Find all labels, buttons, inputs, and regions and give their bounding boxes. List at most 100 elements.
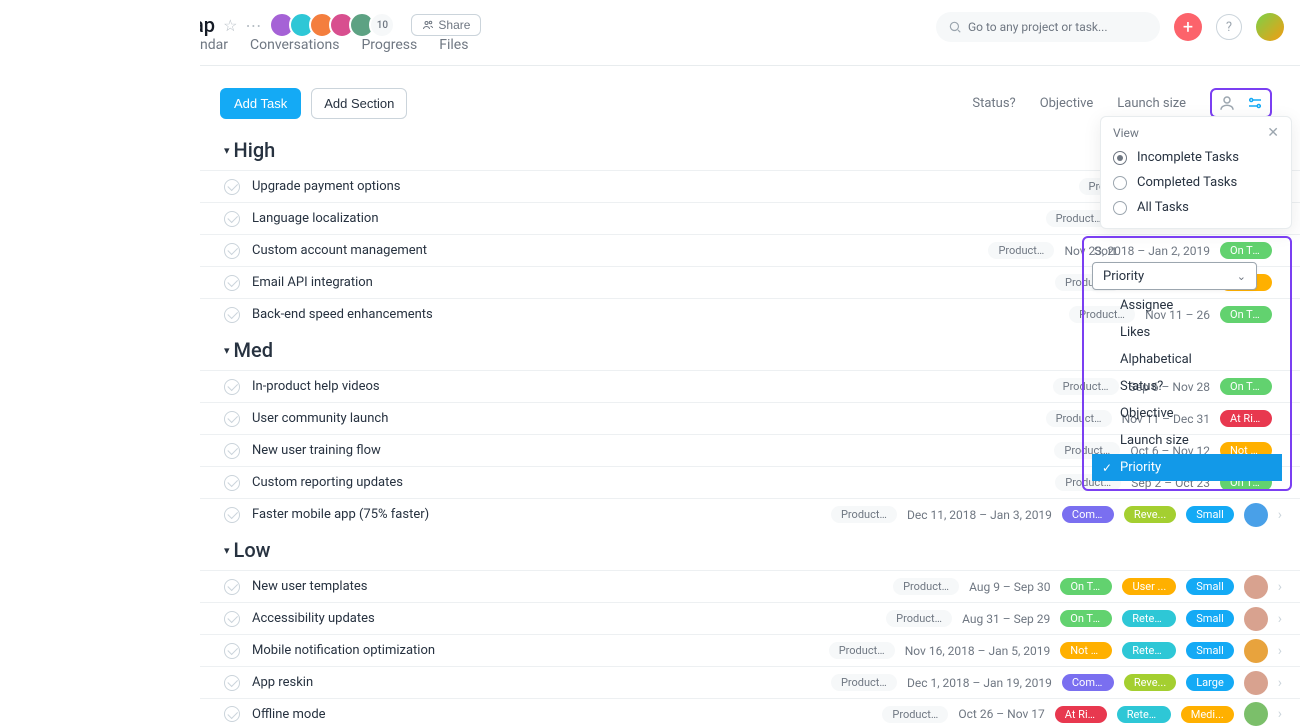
task-name[interactable]: Upgrade payment options — [252, 179, 1079, 194]
size-pill[interactable]: Large — [1186, 674, 1234, 691]
task-name[interactable]: Accessibility updates — [252, 611, 886, 626]
task-name[interactable]: In-product help videos — [252, 379, 1053, 394]
share-button[interactable]: Share — [411, 14, 481, 36]
task-name[interactable]: Faster mobile app (75% faster) — [252, 507, 831, 522]
task-dates[interactable]: Aug 9 – Sep 30 — [969, 580, 1050, 594]
project-pill[interactable]: Product r... — [886, 610, 952, 627]
section-header[interactable]: ▾Low — [200, 530, 1300, 570]
filter-settings-icon[interactable] — [1246, 94, 1264, 112]
project-pill[interactable]: Product r... — [831, 506, 897, 523]
sort-option[interactable]: Priority — [1092, 454, 1282, 481]
assignee-avatar[interactable] — [1244, 671, 1268, 695]
task-name[interactable]: Offline mode — [252, 707, 882, 722]
status-pill[interactable]: On Tr... — [1060, 610, 1112, 627]
task-name[interactable]: Mobile notification optimization — [252, 643, 829, 658]
task-row[interactable]: App reskinProduct r... Dec 1, 2018 – Jan … — [200, 666, 1300, 698]
task-name[interactable]: Custom reporting updates — [252, 475, 1055, 490]
chevron-right-icon[interactable]: › — [1278, 675, 1282, 691]
task-name[interactable]: Language localization — [252, 211, 1046, 226]
task-row[interactable]: New user templatesProduct r... Aug 9 – Se… — [200, 570, 1300, 602]
add-task-button[interactable]: Add Task — [220, 88, 301, 119]
project-pill[interactable]: Product r... — [829, 642, 895, 659]
complete-checkbox[interactable] — [224, 275, 240, 291]
task-name[interactable]: New user training flow — [252, 443, 1054, 458]
chevron-right-icon[interactable]: › — [1278, 611, 1282, 627]
project-pill[interactable]: Product r... — [988, 242, 1054, 259]
project-pill[interactable]: Product r... — [893, 578, 959, 595]
chevron-right-icon[interactable]: › — [1278, 507, 1282, 523]
complete-checkbox[interactable] — [224, 475, 240, 491]
task-row[interactable]: Offline modeProduct r... Oct 26 – Nov 17 A… — [200, 698, 1300, 728]
complete-checkbox[interactable] — [224, 611, 240, 627]
more-actions-icon[interactable]: ⋯ — [245, 16, 261, 35]
assignee-avatar[interactable] — [1244, 503, 1268, 527]
complete-checkbox[interactable] — [224, 379, 240, 395]
global-search[interactable]: Go to any project or task... — [936, 12, 1160, 42]
add-section-button[interactable]: Add Section — [311, 88, 407, 119]
assignee-avatar[interactable] — [1244, 607, 1268, 631]
column-launch-size[interactable]: Launch size — [1117, 96, 1186, 111]
column-objective[interactable]: Objective — [1040, 96, 1094, 111]
objective-pill[interactable]: Reve... — [1124, 506, 1176, 523]
assignee-avatar[interactable] — [1244, 639, 1268, 663]
complete-checkbox[interactable] — [224, 211, 240, 227]
status-pill[interactable]: Comp... — [1062, 506, 1114, 523]
objective-pill[interactable]: Reten... — [1122, 642, 1176, 659]
complete-checkbox[interactable] — [224, 675, 240, 691]
objective-pill[interactable]: User ... — [1122, 578, 1176, 595]
complete-checkbox[interactable] — [224, 179, 240, 195]
close-icon[interactable]: ✕ — [1267, 125, 1279, 141]
task-name[interactable]: App reskin — [252, 675, 831, 690]
project-pill[interactable]: Product r... — [831, 674, 897, 691]
status-pill[interactable]: At Risk — [1055, 706, 1107, 723]
assignee-avatar[interactable] — [1244, 702, 1268, 726]
quick-add-button[interactable]: + — [1174, 13, 1202, 41]
assignee-filter-icon[interactable] — [1218, 94, 1236, 112]
chevron-right-icon[interactable]: › — [1278, 706, 1282, 722]
task-name[interactable]: Email API integration — [252, 275, 1055, 290]
tab-conversations[interactable]: Conversations — [250, 37, 339, 65]
current-user-avatar[interactable] — [1256, 13, 1284, 41]
chevron-right-icon[interactable]: › — [1278, 579, 1282, 595]
column-status[interactable]: Status? — [972, 96, 1015, 111]
tab-progress[interactable]: Progress — [361, 37, 417, 65]
task-name[interactable]: Back-end speed enhancements — [252, 307, 1069, 322]
sort-dropdown[interactable]: Priority ⌄ — [1092, 262, 1257, 290]
help-icon[interactable]: ? — [1216, 14, 1242, 40]
complete-checkbox[interactable] — [224, 706, 240, 722]
task-row[interactable]: Mobile notification optimizationProduct … — [200, 634, 1300, 666]
objective-pill[interactable]: Reten... — [1122, 610, 1176, 627]
complete-checkbox[interactable] — [224, 411, 240, 427]
assignee-avatar[interactable] — [1244, 575, 1268, 599]
sort-option[interactable]: Assignee — [1092, 292, 1282, 319]
task-dates[interactable]: Aug 31 – Sep 29 — [962, 612, 1050, 626]
size-pill[interactable]: Small — [1186, 578, 1234, 595]
sort-option[interactable]: Status? — [1092, 373, 1282, 400]
task-dates[interactable]: Dec 1, 2018 – Jan 19, 2019 — [907, 676, 1052, 690]
complete-checkbox[interactable] — [224, 579, 240, 595]
task-dates[interactable]: Dec 11, 2018 – Jan 3, 2019 — [907, 508, 1052, 522]
status-pill[interactable]: Comp... — [1062, 674, 1114, 691]
objective-pill[interactable]: Reve... — [1124, 674, 1176, 691]
member-avatars[interactable]: 10 — [275, 12, 395, 38]
task-dates[interactable]: Nov 16, 2018 – Jan 5, 2019 — [905, 644, 1051, 658]
task-row[interactable]: Faster mobile app (75% faster)Product r.… — [200, 498, 1300, 530]
star-icon[interactable]: ☆ — [223, 16, 237, 35]
objective-pill[interactable]: Reten... — [1117, 706, 1171, 723]
sort-option[interactable]: Likes — [1092, 319, 1282, 346]
task-dates[interactable]: Oct 26 – Nov 17 — [958, 707, 1044, 721]
tab-files[interactable]: Files — [439, 37, 468, 65]
size-pill[interactable]: Small — [1186, 506, 1234, 523]
status-pill[interactable]: Not S... — [1060, 642, 1112, 659]
member-count[interactable]: 10 — [369, 12, 395, 38]
view-option[interactable]: Incomplete Tasks — [1101, 145, 1291, 170]
task-name[interactable]: Custom account management — [252, 243, 988, 258]
complete-checkbox[interactable] — [224, 443, 240, 459]
complete-checkbox[interactable] — [224, 307, 240, 323]
task-name[interactable]: New user templates — [252, 579, 893, 594]
size-pill[interactable]: Medi... — [1181, 706, 1234, 723]
sort-option[interactable]: Objective — [1092, 400, 1282, 427]
task-row[interactable]: Accessibility updatesProduct r... Aug 31 … — [200, 602, 1300, 634]
size-pill[interactable]: Small — [1186, 610, 1234, 627]
project-pill[interactable]: Product r... — [882, 706, 948, 723]
